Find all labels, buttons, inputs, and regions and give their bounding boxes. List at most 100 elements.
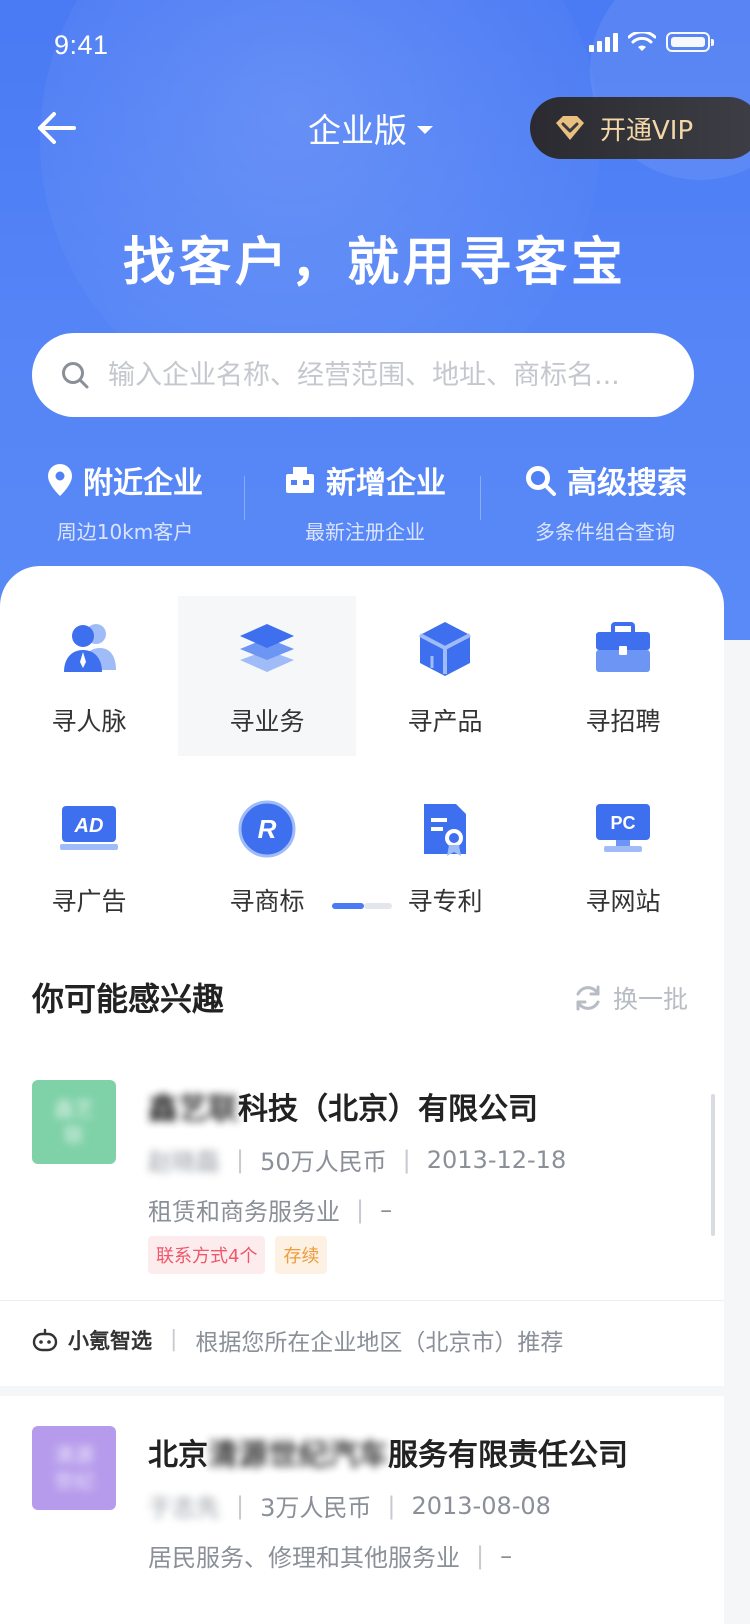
divider — [480, 476, 481, 520]
back-arrow-icon[interactable] — [34, 108, 78, 148]
company-industry: 租赁和商务服务业 | – — [148, 1192, 392, 1227]
company-card[interactable]: 鑫艺联 鑫艺联 科技（北京）有限公司 赵晓磊 | 50万人民币 | 2013-1… — [0, 1050, 724, 1300]
quick-link-subtitle: 周边10km客户 — [56, 520, 194, 544]
location-pin-icon — [48, 464, 72, 496]
company-name-visible: 科技（北京）有限公司 — [238, 1092, 538, 1127]
search-input[interactable] — [108, 359, 694, 391]
scrollbar[interactable] — [711, 1094, 715, 1236]
search-bar[interactable] — [32, 333, 694, 417]
company-name-prefix: 北京 — [148, 1438, 208, 1473]
category-business[interactable]: 寻业务 — [178, 596, 356, 756]
company-logo-text: 清源世纪 — [54, 1443, 94, 1493]
layers-icon — [240, 624, 294, 672]
industry-extra: – — [380, 1195, 393, 1224]
separator: | — [356, 1195, 365, 1224]
quick-link-title: 附近企业 — [83, 466, 203, 501]
category-ads[interactable]: AD 寻广告 — [0, 796, 178, 918]
contact-count-tag: 联系方式4个 — [148, 1236, 266, 1274]
company-meta: 赵晓磊 | 50万人民币 | 2013-12-18 — [148, 1142, 566, 1177]
legal-person: 于志先 — [148, 1494, 220, 1522]
category-label: 寻业务 — [229, 707, 305, 736]
registered-capital: 3万人民币 — [260, 1494, 372, 1522]
separator: | — [236, 1491, 245, 1520]
people-icon — [64, 624, 116, 672]
divider — [244, 476, 245, 520]
category-website[interactable]: PC 寻网站 — [534, 796, 712, 918]
category-trademark[interactable]: R 寻商标 — [178, 796, 356, 918]
company-name-hidden: 清源世纪汽车 — [208, 1438, 388, 1473]
company-logo-text: 鑫艺联 — [54, 1097, 94, 1147]
slogan: 找客户，就用寻客宝 — [122, 233, 627, 293]
company-name-visible: 服务有限责任公司 — [388, 1438, 628, 1473]
caret-down-icon — [417, 126, 433, 134]
cube-icon — [419, 622, 471, 676]
magnifier-icon — [526, 466, 556, 496]
company-tags: 联系方式4个 存续 — [148, 1236, 328, 1274]
diamond-icon — [556, 116, 584, 140]
status-icons — [589, 32, 714, 52]
patent-certificate-icon — [424, 804, 466, 856]
quick-link-subtitle: 多条件组合查询 — [535, 520, 675, 544]
status-tag: 存续 — [275, 1236, 328, 1274]
category-label: 寻产品 — [407, 707, 483, 736]
source-desc: 根据您所在企业地区（北京市）推荐 — [195, 1329, 564, 1356]
separator: | — [476, 1541, 485, 1570]
svg-text:AD: AD — [74, 815, 104, 837]
svg-text:R: R — [258, 814, 277, 844]
indicator-active — [332, 903, 364, 909]
quick-link-advanced-search[interactable]: 高级搜索 多条件组合查询 — [485, 458, 725, 545]
pc-website-icon: PC — [596, 804, 650, 852]
quick-link-title: 新增企业 — [326, 466, 446, 501]
established-date: 2013-12-18 — [426, 1145, 567, 1174]
company-name[interactable]: 鑫艺联 科技（北京）有限公司 — [148, 1084, 538, 1128]
quick-link-nearby[interactable]: 附近企业 周边10km客户 — [5, 458, 245, 545]
category-label: 寻商标 — [229, 887, 305, 916]
quick-link-new[interactable]: 新增企业 最新注册企业 — [245, 458, 485, 545]
section-title: 你可能感兴趣 — [32, 980, 225, 1018]
separator: | — [402, 1145, 411, 1174]
search-icon — [62, 362, 89, 389]
category-jobs[interactable]: 寻招聘 — [534, 596, 712, 756]
robot-icon — [32, 1328, 58, 1351]
category-product[interactable]: 寻产品 — [356, 596, 534, 756]
briefcase-icon — [596, 622, 650, 672]
building-icon — [286, 467, 314, 493]
industry: 居民服务、修理和其他服务业 — [148, 1544, 460, 1572]
category-label: 寻招聘 — [585, 707, 661, 736]
industry: 租赁和商务服务业 — [148, 1198, 340, 1226]
established-date: 2013-08-08 — [411, 1491, 551, 1520]
edition-label: 企业版 — [308, 111, 407, 150]
page-indicator — [332, 903, 392, 909]
edition-dropdown[interactable]: 企业版 — [308, 104, 433, 152]
industry-extra: – — [500, 1541, 513, 1570]
signal-icon — [589, 32, 618, 52]
battery-icon — [666, 32, 714, 52]
refresh-button[interactable]: 换一批 — [573, 980, 688, 1016]
company-logo: 鑫艺联 — [32, 1080, 116, 1164]
category-grid: 寻人脉 寻业务 寻产品 寻招聘 AD 寻广告 R 寻商标 寻专利 PC 寻网站 — [0, 596, 724, 918]
source-brand: 小氪智选 — [68, 1328, 152, 1353]
separator: | — [387, 1491, 396, 1520]
indicator-inactive — [364, 903, 392, 909]
category-people[interactable]: 寻人脉 — [0, 596, 178, 756]
company-logo: 清源世纪 — [32, 1426, 116, 1510]
company-name[interactable]: 北京 清源世纪汽车 服务有限责任公司 — [148, 1430, 628, 1474]
category-label: 寻人脉 — [51, 707, 127, 736]
legal-person: 赵晓磊 — [148, 1148, 220, 1176]
refresh-icon — [576, 985, 600, 1011]
wifi-icon — [628, 32, 656, 51]
quick-link-title: 高级搜索 — [567, 466, 687, 501]
vip-button[interactable]: 开通VIP — [530, 97, 750, 159]
category-label: 寻网站 — [585, 887, 661, 916]
registered-capital: 50万人民币 — [260, 1148, 387, 1176]
category-patent[interactable]: 寻专利 — [356, 796, 534, 918]
status-time: 9:41 — [54, 30, 109, 60]
company-card[interactable]: 清源世纪 北京 清源世纪汽车 服务有限责任公司 于志先 | 3万人民币 | 20… — [0, 1396, 724, 1624]
quick-link-subtitle: 最新注册企业 — [305, 520, 425, 544]
category-label: 寻专利 — [407, 887, 483, 916]
ad-icon: AD — [60, 806, 118, 850]
quick-links: 附近企业 周边10km客户 新增企业 最新注册企业 高级搜索 多条件组合查询 — [0, 458, 750, 545]
vip-label: 开通VIP — [600, 115, 694, 146]
separator: | — [170, 1327, 178, 1352]
company-name-hidden: 鑫艺联 — [148, 1092, 238, 1127]
